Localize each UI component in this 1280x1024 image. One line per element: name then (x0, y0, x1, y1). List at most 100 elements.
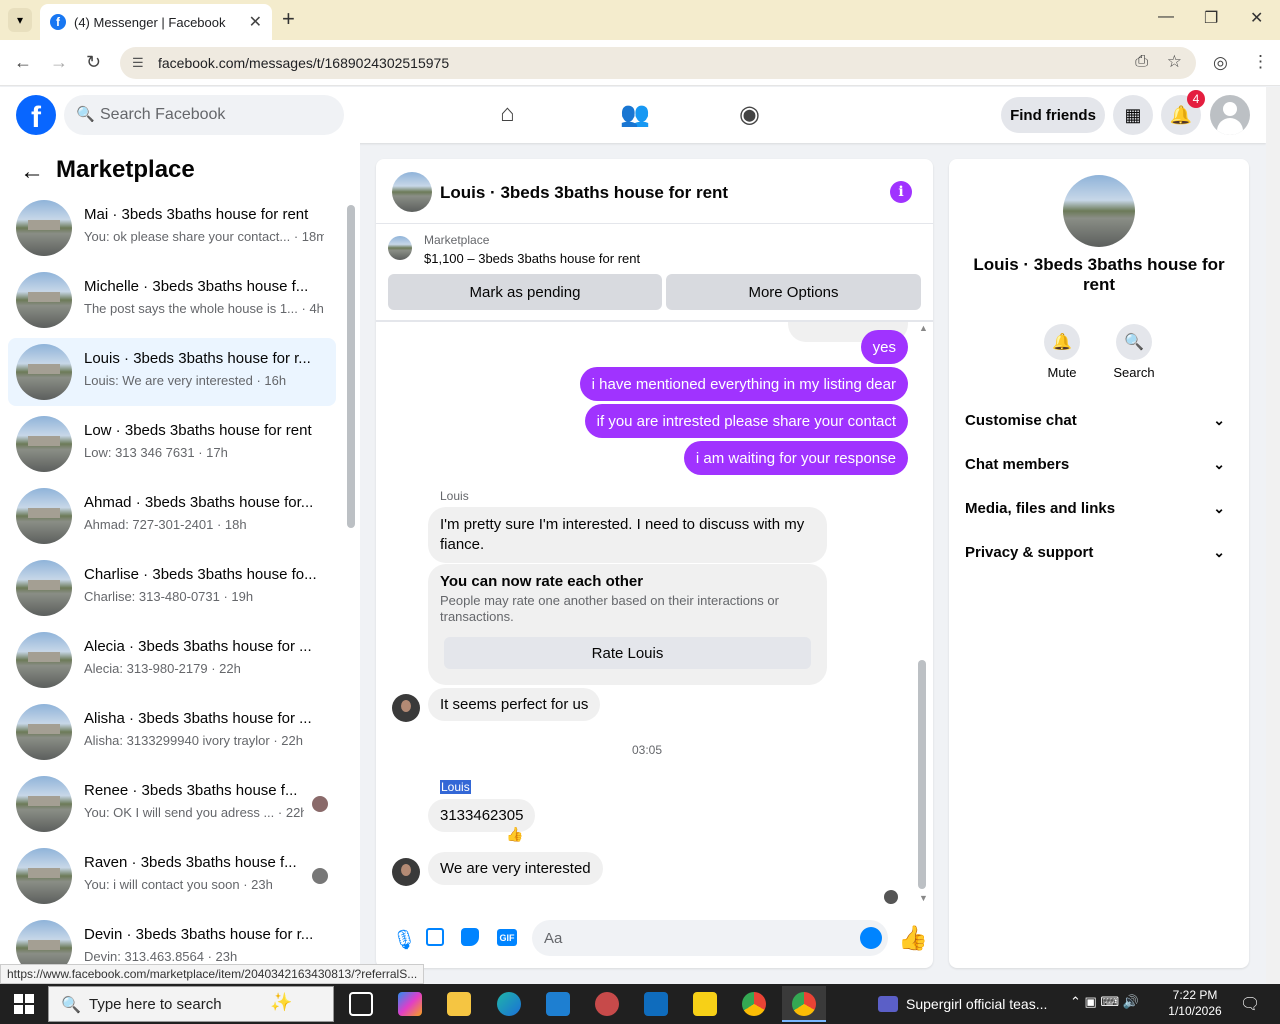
rate-louis-button[interactable]: Rate Louis (444, 637, 811, 669)
mute-bell-icon[interactable]: 🔔 (1044, 324, 1080, 360)
windows-start-icon[interactable] (14, 994, 34, 1014)
privacy-support-section[interactable]: Privacy & support ⌄ (965, 544, 1233, 561)
conversation-item[interactable]: Low · 3beds 3baths house for rent Low: 3… (8, 410, 336, 478)
conversation-item[interactable]: Mai · 3beds 3baths house for rent You: o… (8, 194, 336, 262)
outgoing-message[interactable]: yes (860, 330, 908, 364)
conversation-item[interactable]: Renee · 3beds 3baths house f... You: OK … (8, 770, 336, 838)
conversation-item[interactable]: Charlise · 3beds 3baths house fo... Char… (8, 554, 336, 622)
outgoing-message[interactable]: i have mentioned everything in my listin… (579, 367, 908, 401)
message-input[interactable]: Aa (532, 920, 888, 956)
file-explorer-icon[interactable] (447, 992, 471, 1016)
sender-name: Louis (440, 489, 469, 503)
page-scrollbar[interactable] (1266, 87, 1280, 984)
chat-listing-photo[interactable] (392, 172, 432, 212)
browser-tab[interactable]: f (4) Messenger | Facebook ✕ (40, 4, 272, 40)
chat-members-section[interactable]: Chat members ⌄ (965, 456, 1233, 473)
find-friends-button[interactable]: Find friends (1001, 97, 1105, 133)
status-bar-url: https://www.facebook.com/marketplace/ite… (0, 964, 424, 984)
conversation-item[interactable]: Ahmad · 3beds 3baths house for... Ahmad:… (8, 482, 336, 550)
address-bar[interactable]: ☰ facebook.com/messages/t/16890243025159… (120, 47, 1196, 79)
browser-menu-icon[interactable]: ⋮ (1252, 52, 1269, 72)
chat-info-photo[interactable] (1063, 175, 1135, 247)
back-arrow-icon[interactable]: ← (20, 158, 44, 186)
sticker-icon[interactable] (461, 928, 479, 946)
conversation-item-active[interactable]: Louis · 3beds 3baths house for r... Loui… (8, 338, 336, 406)
thumbs-up-reaction-icon[interactable]: 👍 (506, 826, 523, 843)
install-app-icon[interactable]: ⎙ (1135, 53, 1148, 71)
copilot-icon[interactable] (398, 992, 422, 1016)
new-tab-button[interactable]: + (282, 8, 295, 30)
chat-title[interactable]: Louis · 3beds 3baths house for rent (440, 183, 728, 203)
sidebar-scrollbar[interactable] (347, 205, 355, 528)
bookmark-star-icon[interactable]: ☆ (1167, 52, 1182, 72)
profile-icon[interactable]: ◎ (1213, 53, 1228, 73)
scroll-up-arrow-icon[interactable]: ▲ (919, 323, 928, 333)
conversation-item[interactable]: Raven · 3beds 3baths house f... You: i w… (8, 842, 336, 910)
chat-scrollbar[interactable] (918, 660, 926, 889)
account-avatar[interactable] (1210, 95, 1250, 135)
close-tab-icon[interactable]: ✕ (249, 12, 262, 32)
sender-avatar[interactable] (392, 858, 420, 886)
conversation-preview: You: ok please share your contact... · 1… (84, 229, 324, 244)
store-icon[interactable] (546, 992, 570, 1016)
system-tray-icons[interactable]: ⌃ ▣ ⌨ 🔊 (1070, 994, 1139, 1010)
minimize-button[interactable]: — (1158, 8, 1174, 26)
sender-avatar[interactable] (392, 694, 420, 722)
sticky-notes-icon[interactable] (693, 992, 717, 1016)
menu-grid-icon[interactable]: ▦ (1113, 95, 1153, 135)
conversation-item[interactable]: Devin · 3beds 3baths house for r... Devi… (8, 914, 336, 964)
listing-photo (16, 848, 72, 904)
scroll-down-arrow-icon[interactable]: ▼ (919, 893, 928, 903)
conversation-item[interactable]: Michelle · 3beds 3baths house f... The p… (8, 266, 336, 334)
media-files-links-section[interactable]: Media, files and links ⌄ (965, 500, 1233, 517)
customise-chat-section[interactable]: Customise chat ⌄ (965, 412, 1233, 429)
reload-button[interactable]: ↻ (86, 52, 101, 73)
outgoing-message[interactable]: if you are intrested please share your c… (584, 404, 908, 438)
restore-button[interactable]: ❐ (1204, 8, 1218, 28)
emoji-icon[interactable] (860, 927, 882, 949)
chrome-active-taskbar-button[interactable] (782, 986, 826, 1022)
url-text: facebook.com/messages/t/1689024302515975 (158, 55, 450, 71)
conversation-name: Low · 3beds 3baths house for rent (84, 422, 312, 439)
tab-search-button[interactable]: ▾ (8, 8, 32, 32)
media-title: Supergirl official teas... (906, 996, 1048, 1012)
groups-icon[interactable]: ◉ (739, 100, 760, 129)
search-highlights-icon[interactable]: ✨ (270, 992, 292, 1013)
gif-icon[interactable]: GIF (497, 929, 517, 946)
message-row-outgoing: i am waiting for your response (376, 441, 908, 475)
info-icon[interactable]: i (890, 181, 912, 203)
close-window-button[interactable]: ✕ (1250, 8, 1263, 28)
facebook-logo-icon[interactable]: f (16, 95, 56, 135)
mark-as-pending-button[interactable]: Mark as pending (388, 274, 662, 310)
search-in-chat-icon[interactable]: 🔍 (1116, 324, 1152, 360)
back-button[interactable]: ← (14, 52, 32, 73)
microphone-icon[interactable]: 🎙 (392, 928, 416, 952)
chevron-down-icon: ⌄ (1213, 456, 1225, 472)
media-taskbar-item[interactable]: Supergirl official teas... (870, 986, 1060, 1022)
photo-icon[interactable] (426, 928, 444, 946)
taskbar-clock[interactable]: 7:22 PM 1/10/2026 (1160, 987, 1230, 1019)
conversation-item[interactable]: Alisha · 3beds 3baths house for ... Alis… (8, 698, 336, 766)
conversation-preview: Devin: 313.463.8564 · 23h (84, 949, 238, 964)
app-icon[interactable] (595, 992, 619, 1016)
edge-icon[interactable] (497, 992, 521, 1016)
task-view-icon[interactable] (349, 992, 373, 1016)
site-info-icon[interactable]: ☰ (132, 55, 144, 71)
incoming-message[interactable]: We are very interested (428, 852, 603, 885)
more-options-button[interactable]: More Options (666, 274, 921, 310)
marketplace-item-photo[interactable] (388, 236, 412, 260)
forward-button[interactable]: → (50, 52, 68, 73)
incoming-message[interactable]: I'm pretty sure I'm interested. I need t… (428, 507, 827, 563)
outlook-icon[interactable] (644, 992, 668, 1016)
friends-icon[interactable]: 👥 (620, 100, 650, 129)
chrome-icon[interactable] (742, 992, 766, 1016)
notification-center-icon[interactable]: 🗨 (1240, 994, 1260, 1014)
facebook-search-input[interactable]: 🔍 Search Facebook (64, 95, 344, 135)
marketplace-item-title[interactable]: $1,100 – 3beds 3baths house for rent (424, 251, 640, 266)
like-thumbs-up-icon[interactable]: 👍 (898, 924, 928, 953)
conversation-item[interactable]: Alecia · 3beds 3baths house for ... Alec… (8, 626, 336, 694)
outgoing-message[interactable]: i am waiting for your response (683, 441, 908, 475)
incoming-message[interactable]: It seems perfect for us (428, 688, 601, 721)
home-icon[interactable]: ⌂ (500, 100, 515, 128)
conversation-name: Louis · 3beds 3baths house for r... (84, 350, 311, 367)
